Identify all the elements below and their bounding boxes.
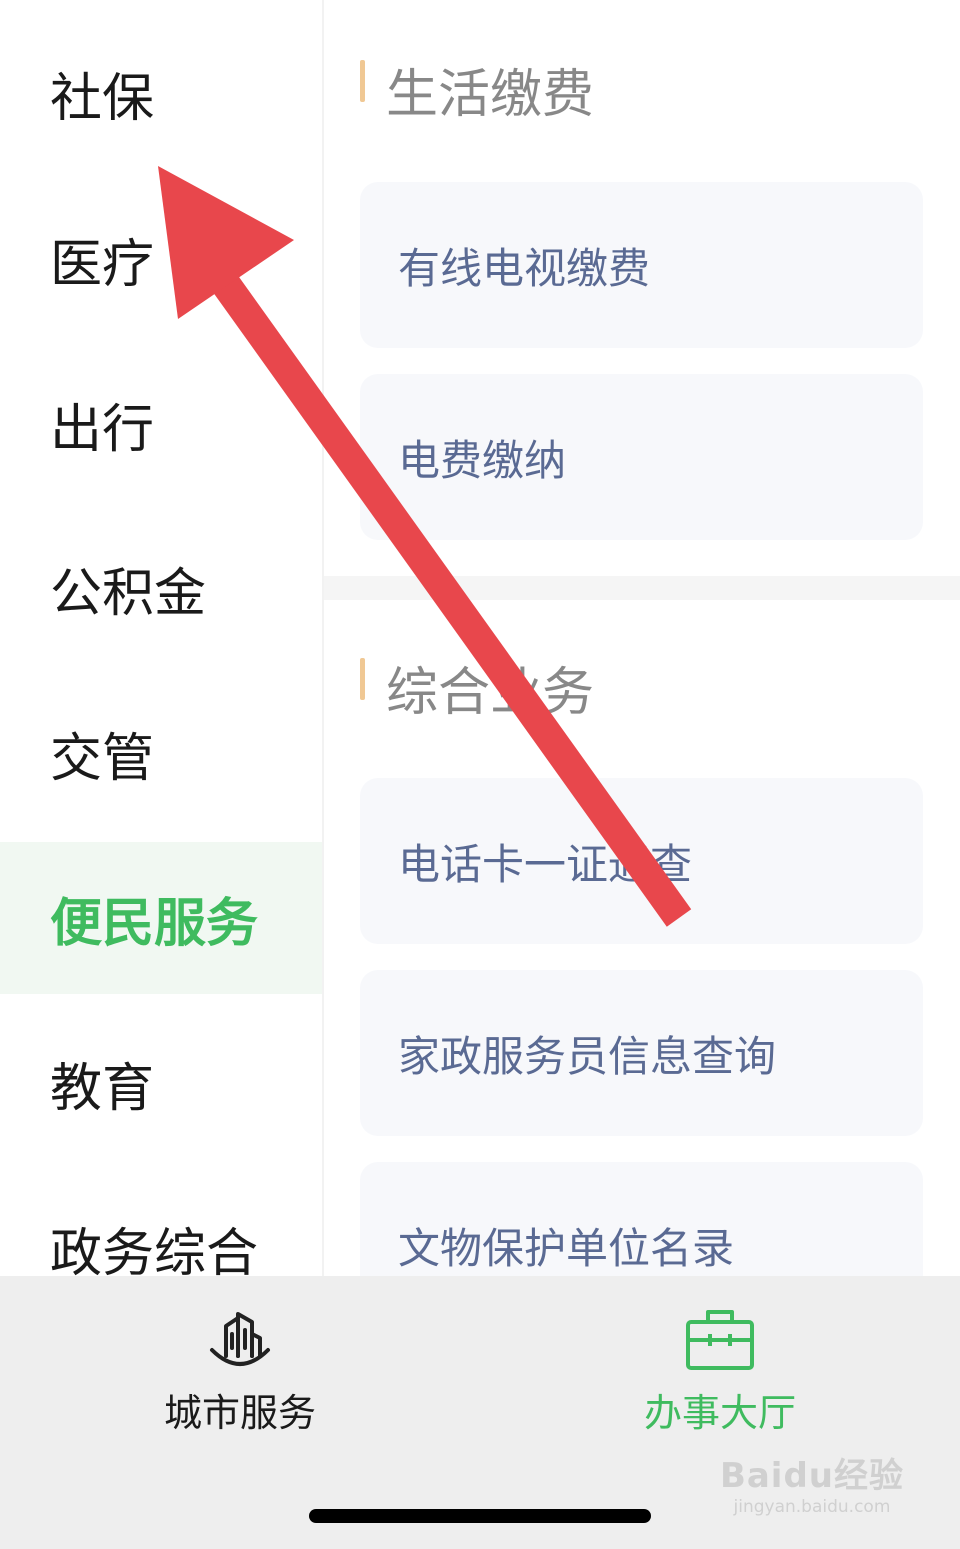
briefcase-icon [686, 1310, 754, 1370]
sidebar-item-label: 政务综合 [50, 1223, 259, 1284]
service-card-phone-card-check[interactable]: 电话卡一证通查 [360, 778, 923, 944]
sidebar-item-bianmin-fuwu[interactable]: 便民服务 [0, 842, 322, 994]
service-list: 生活缴费 有线电视缴费 电费缴纳 综合业务 电话卡一证通查 家政服务员信息查询 … [324, 0, 960, 1328]
sidebar-item-label: 便民服务 [50, 893, 259, 954]
sidebar-item-gongjijin[interactable]: 公积金 [0, 512, 322, 664]
service-card-label: 电费缴纳 [398, 435, 567, 485]
section-accent-bar [360, 658, 365, 700]
sidebar-item-label: 教育 [50, 1058, 155, 1119]
baidu-jingyan-watermark: Baidu经验 jingyan.baidu.com [720, 1448, 904, 1517]
sidebar-item-label: 社保 [50, 68, 155, 129]
sidebar-item-label: 交管 [50, 728, 155, 789]
sidebar-item-label: 公积金 [50, 563, 207, 624]
tab-service-hall[interactable]: 办事大厅 [560, 1304, 880, 1437]
service-card-label: 电话卡一证通查 [398, 839, 693, 889]
city-buildings-icon [210, 1312, 270, 1366]
section-title-text: 综合业务 [386, 663, 595, 723]
section-title-text: 生活缴费 [386, 65, 595, 125]
section-accent-bar [360, 60, 365, 102]
category-sidebar: 社保 医疗 出行 公积金 交管 便民服务 教育 政务综合 [0, 0, 324, 1284]
service-card-electricity[interactable]: 电费缴纳 [360, 374, 923, 540]
sidebar-item-chuxing[interactable]: 出行 [0, 348, 322, 500]
service-card-label: 家政服务员信息查询 [398, 1031, 777, 1081]
sidebar-item-label: 出行 [50, 399, 155, 460]
section-title: 综合业务 [360, 650, 594, 725]
sidebar-item-yiliao[interactable]: 医疗 [0, 183, 322, 335]
tab-city-services[interactable]: 城市服务 [80, 1304, 400, 1437]
section-divider [324, 576, 960, 600]
tab-label: 城市服务 [163, 1391, 316, 1435]
sidebar-item-jiaoyu[interactable]: 教育 [0, 1007, 322, 1159]
watermark-text: Baidu经验 [719, 1456, 904, 1496]
service-card-label: 文物保护单位名录 [398, 1223, 735, 1273]
tab-label: 办事大厅 [643, 1391, 796, 1435]
service-card-label: 有线电视缴费 [398, 243, 651, 293]
service-card-cable-tv[interactable]: 有线电视缴费 [360, 182, 923, 348]
home-indicator [309, 1509, 651, 1523]
watermark-url: jingyan.baidu.com [733, 1497, 891, 1517]
sidebar-item-jiaoguan[interactable]: 交管 [0, 677, 322, 829]
sidebar-item-shebao[interactable]: 社保 [0, 17, 322, 169]
section-title: 生活缴费 [360, 52, 594, 127]
service-card-domestic-worker[interactable]: 家政服务员信息查询 [360, 970, 923, 1136]
sidebar-item-label: 医疗 [50, 234, 155, 295]
